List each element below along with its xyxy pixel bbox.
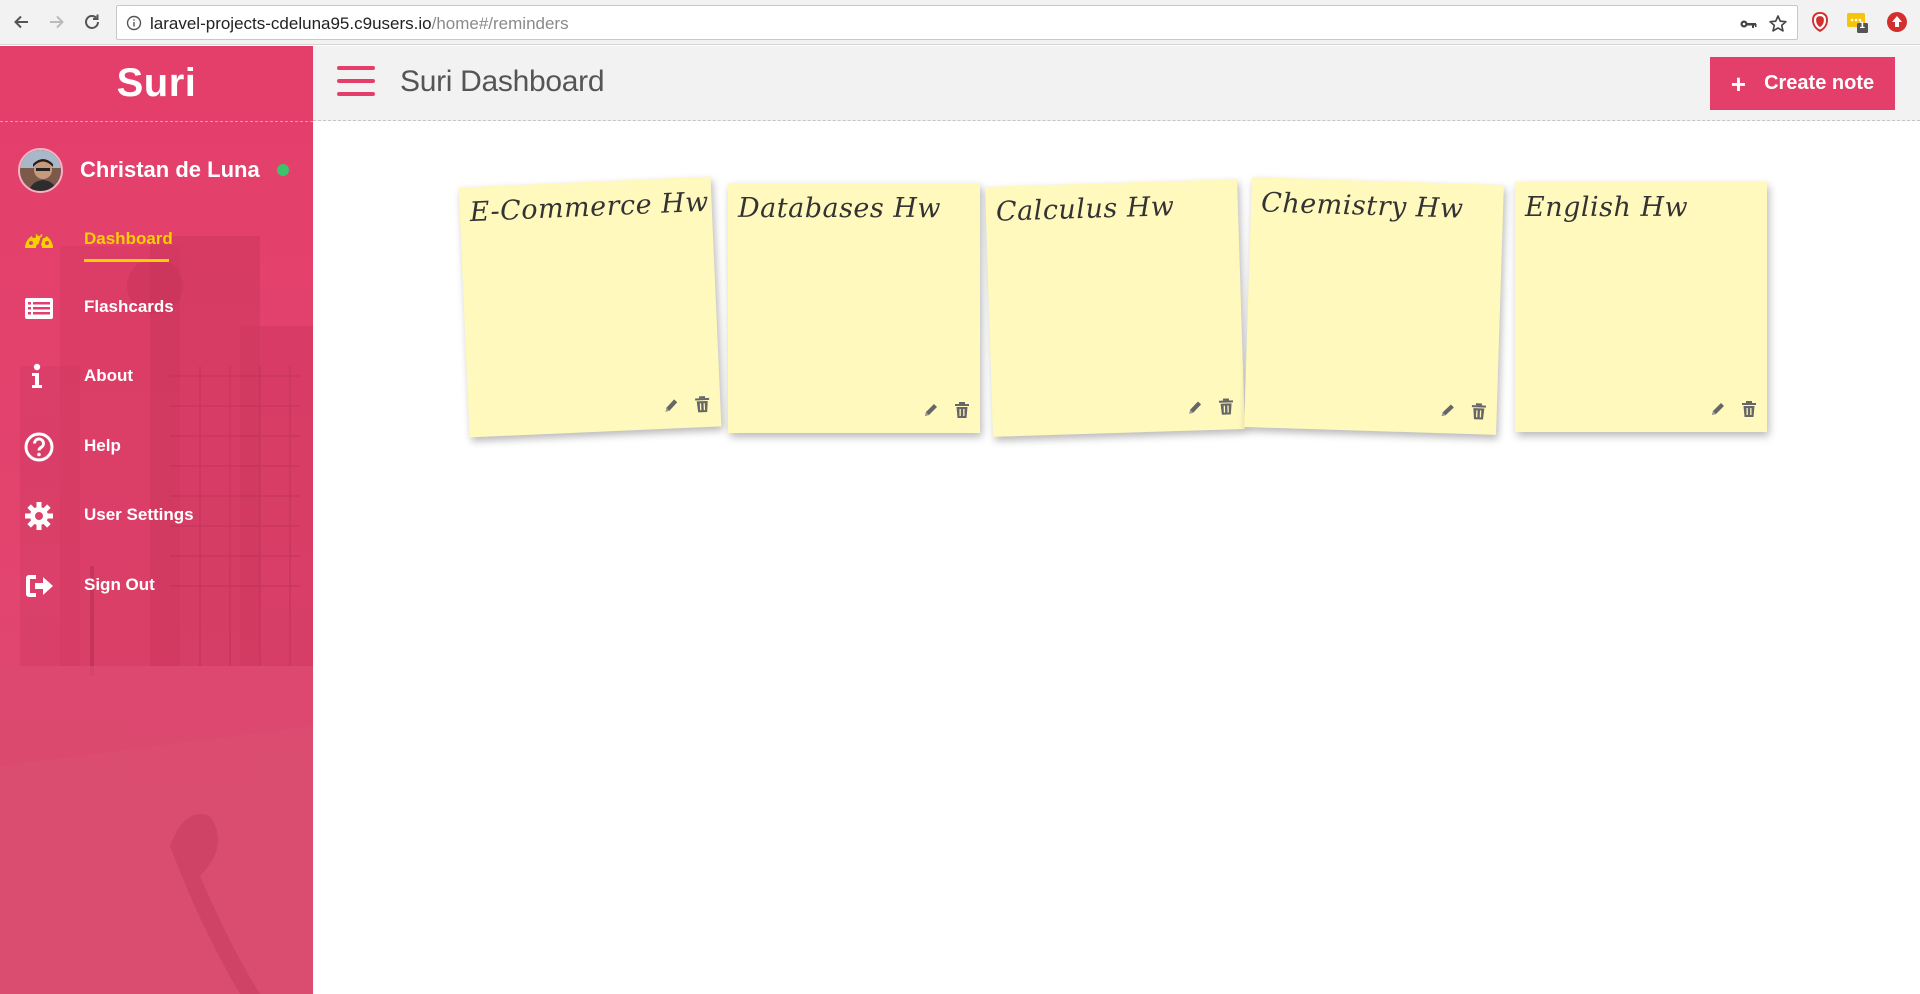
chat-extension-icon[interactable]: 1 (1845, 10, 1869, 34)
bookmark-star-icon[interactable] (1768, 14, 1788, 34)
forward-arrow-icon (50, 15, 64, 29)
note-title: Chemistry Hw (1260, 187, 1464, 225)
create-note-label: Create note (1764, 72, 1875, 94)
brand-logo[interactable]: Suri (117, 61, 197, 106)
back-arrow-icon (14, 15, 28, 29)
plus-icon: + (1730, 68, 1747, 99)
sidebar-item-label: User Settings (84, 505, 194, 524)
trash-icon[interactable] (1741, 400, 1757, 418)
pencil-icon[interactable] (1709, 400, 1727, 418)
page-title: Suri Dashboard (400, 65, 605, 98)
top-header: Suri Dashboard + Create note (313, 46, 1920, 121)
avatar[interactable] (18, 147, 63, 193)
extension-badge: 1 (1859, 21, 1866, 31)
note-title: Calculus Hw (995, 191, 1175, 228)
forward-button[interactable] (44, 9, 70, 35)
note-card[interactable]: Chemistry Hw (1244, 177, 1504, 435)
sidebar: Suri Christan de Luna Dashboard Flashcar… (0, 46, 313, 994)
shield-extension-icon[interactable] (1808, 10, 1832, 34)
gear-icon (23, 500, 55, 532)
sidebar-item-label: Flashcards (84, 297, 174, 316)
hamburger-bar (337, 66, 375, 70)
active-nav-underline (84, 259, 169, 262)
site-info-icon[interactable] (126, 15, 142, 31)
sidebar-item-flashcards[interactable]: Flashcards (0, 286, 313, 330)
user-name: Christan de Luna (80, 157, 260, 182)
pencil-icon[interactable] (922, 401, 940, 419)
trash-icon[interactable] (694, 395, 711, 414)
menu-toggle-button[interactable] (337, 66, 375, 98)
avatar-image (20, 149, 61, 191)
note-card[interactable]: Calculus Hw (985, 179, 1245, 437)
dashboard-icon (23, 224, 55, 256)
sidebar-item-label: Help (84, 436, 121, 455)
hamburger-bar (337, 92, 375, 96)
note-card[interactable]: English Hw (1515, 182, 1767, 432)
flashcards-icon (23, 292, 55, 324)
sidebar-item-label: About (84, 366, 134, 385)
user-profile[interactable]: Christan de Luna (18, 147, 289, 193)
chat-bubble-icon (1847, 13, 1868, 33)
help-icon (23, 431, 55, 463)
sidebar-item-label: Sign Out (84, 575, 155, 594)
back-button[interactable] (8, 9, 34, 35)
pencil-icon[interactable] (1186, 398, 1205, 417)
sidebar-item-help[interactable]: Help (0, 425, 313, 469)
url-text[interactable]: laravel-projects-cdeluna95.c9users.io/ho… (150, 14, 569, 34)
note-card[interactable]: E-Commerce Hw (458, 176, 722, 438)
upload-extension-icon[interactable] (1885, 10, 1909, 34)
create-note-button[interactable]: + Create note (1710, 57, 1895, 110)
sidebar-header: Suri (0, 46, 313, 122)
sidebar-item-label: Dashboard (84, 229, 173, 248)
trash-icon[interactable] (954, 401, 970, 419)
sidebar-item-about[interactable]: About (0, 355, 313, 399)
pencil-icon[interactable] (1438, 401, 1457, 420)
note-title: E-Commerce Hw (469, 186, 710, 229)
sign-out-icon (23, 570, 55, 602)
info-icon (23, 361, 55, 393)
online-status-indicator (276, 164, 289, 176)
reload-button[interactable] (79, 9, 105, 35)
trash-icon[interactable] (1218, 397, 1235, 415)
note-title: Databases Hw (738, 193, 942, 224)
sidebar-item-dashboard[interactable]: Dashboard (0, 218, 313, 262)
trash-icon[interactable] (1470, 402, 1487, 420)
sidebar-item-sign-out[interactable]: Sign Out (0, 564, 313, 608)
browser-toolbar: laravel-projects-cdeluna95.c9users.io/ho… (0, 0, 1920, 45)
note-title: English Hw (1525, 192, 1689, 223)
pencil-icon[interactable] (662, 396, 681, 415)
address-bar[interactable]: laravel-projects-cdeluna95.c9users.io/ho… (116, 5, 1798, 40)
key-icon[interactable] (1739, 15, 1757, 33)
reload-icon (85, 14, 99, 29)
note-card[interactable]: Databases Hw (728, 183, 980, 433)
hamburger-bar (337, 79, 375, 83)
url-path: /home#/reminders (431, 14, 569, 33)
url-host: laravel-projects-cdeluna95.c9users.io (150, 14, 432, 33)
sidebar-item-user-settings[interactable]: User Settings (0, 494, 313, 538)
